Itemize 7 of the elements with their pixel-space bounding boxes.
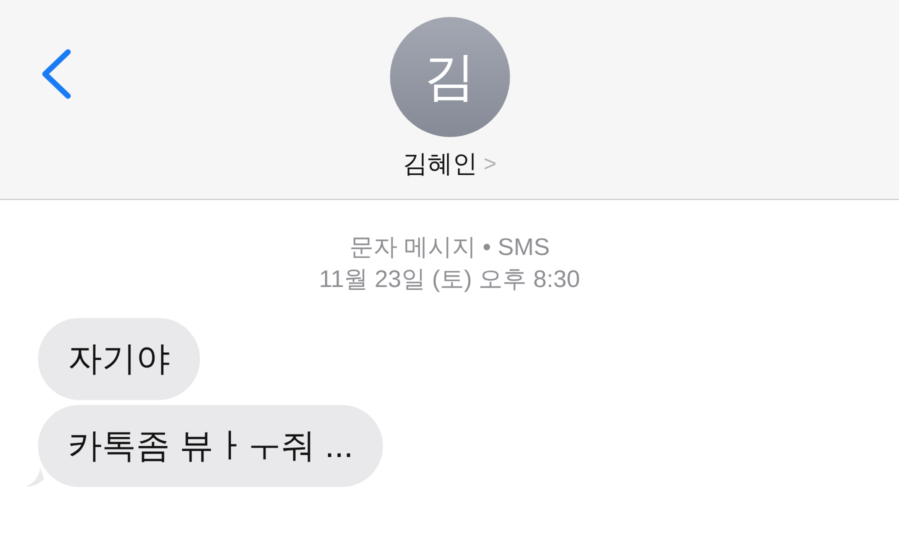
message-text: 자기야	[68, 339, 170, 380]
chevron-icon: >	[484, 150, 496, 176]
message-text: 카톡좀 뷰ㅏㅜ줘 ...	[68, 426, 354, 467]
message-timestamp: 11월 23일 (토) 오후 8:30	[319, 265, 580, 295]
contact-name[interactable]: 김혜인	[402, 147, 478, 180]
back-icon[interactable]	[40, 49, 72, 99]
service-label: 문자 메시지 • SMS	[349, 233, 550, 263]
